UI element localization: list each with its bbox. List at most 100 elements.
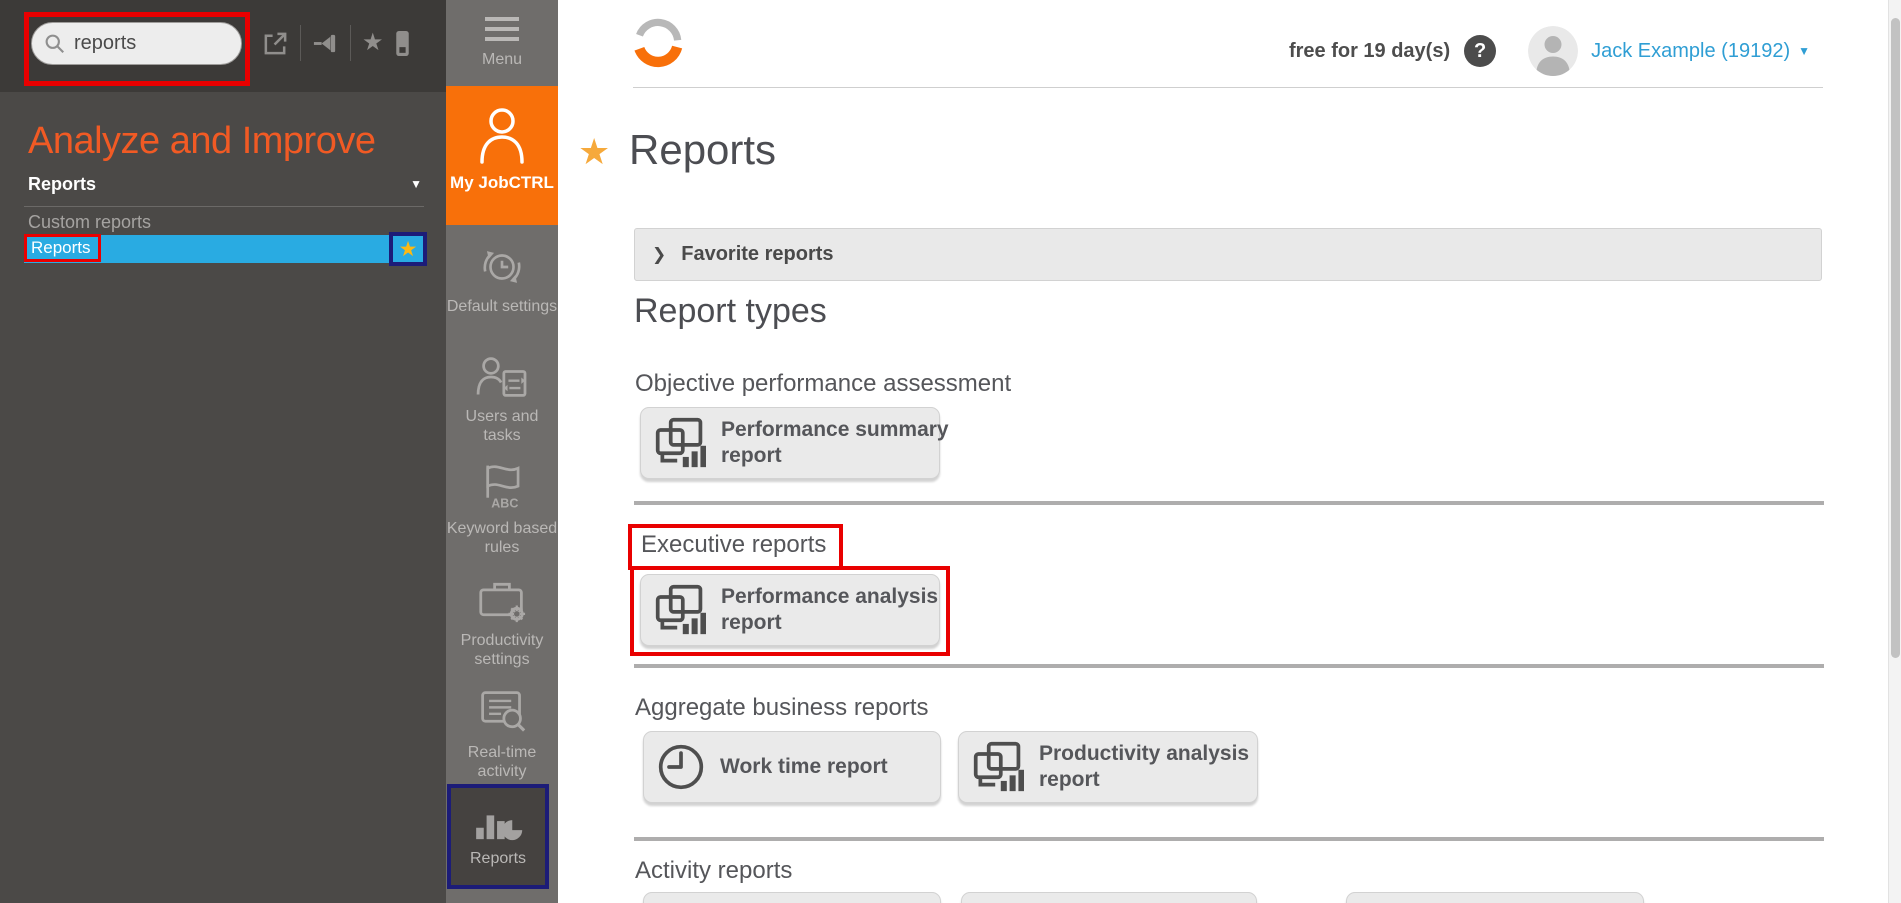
nav-item-label: settings [461,651,544,670]
sidebar-divider [24,206,424,207]
scrollbar-thumb[interactable] [1891,18,1900,658]
sidebar-item-custom-reports[interactable]: Custom reports [28,212,151,233]
keyword-flag-icon: ABC [477,462,527,512]
keyword-abc-text: ABC [491,497,518,511]
report-card-label-line: Work time report [720,754,888,780]
nav-item-reports[interactable]: Reports [447,784,549,889]
menu-icon [484,16,520,43]
jobctrl-logo[interactable] [632,16,684,68]
report-card-label-line: report [721,443,949,469]
nav-item-default-settings[interactable]: Default settings [446,244,558,317]
nav-item-label: My JobCTRL [450,173,554,193]
report-card-label-line: report [1039,767,1249,793]
main-content: free for 19 day(s) ? Jack Example (19192… [558,0,1901,903]
search-value: reports [74,32,136,55]
realtime-activity-icon [476,688,528,736]
report-card-label: Performance summary report [721,417,949,468]
nav-item-keyword-based-rules[interactable]: ABC Keyword based rules [446,462,558,558]
report-card-label-line: Productivity analysis [1039,741,1249,767]
menu-section-dropdown[interactable]: Reports ▼ [28,174,424,195]
report-card-productivity-analysis[interactable]: Productivity analysis report [958,731,1258,803]
search-icon [44,33,65,54]
toolbar-separator [350,25,351,61]
favorite-reports-expander[interactable]: ❯ Favorite reports [634,228,1822,281]
sidebar-item-reports[interactable]: Reports ★ [24,235,426,263]
user-menu[interactable]: Jack Example (19192) [1591,40,1790,63]
star-icon: ★ [399,239,418,260]
help-button[interactable]: ? [1464,35,1496,67]
pin-menu-icon[interactable] [312,30,339,57]
menu-panel: Analyze and Improve Reports ▼ Custom rep… [0,92,446,903]
chevron-right-icon: ❯ [652,245,666,265]
annotation-red-box-performance-analysis: Performance analysis report [630,566,950,656]
clock-icon [657,743,705,791]
group-heading-activity-reports: Activity reports [635,857,792,885]
section-divider [634,501,1824,505]
section-divider [634,664,1824,668]
page-title: Reports [629,126,776,174]
nav-item-real-time-activity[interactable]: Real-time activity [446,688,558,782]
history-clock-icon [478,244,526,290]
annotation-red-box-executive-heading: Executive reports [628,524,843,570]
chevron-down-icon: ▼ [410,177,422,191]
header-divider [633,87,1823,88]
header-account-area: free for 19 day(s) ? Jack Example (19192… [1289,24,1810,78]
mobile-device-icon[interactable] [395,30,410,57]
toolbar-separator [300,25,301,61]
reports-chart-icon [473,804,523,842]
group-heading-executive-reports: Executive reports [641,531,826,559]
menu-section-label: Reports [28,174,96,194]
nav-item-label: activity [468,763,536,782]
stacked-report-icon [654,584,706,636]
nav-item-productivity-settings[interactable]: Productivity settings [446,576,558,670]
trial-status-text: free for 19 day(s) [1289,40,1450,63]
user-icon [474,103,530,165]
chevron-down-icon[interactable]: ▼ [1798,44,1810,58]
report-card-performance-analysis[interactable]: Performance analysis report [640,574,940,646]
report-card-label-line: Performance summary [721,417,949,443]
icon-nav-rail: Menu My JobCTRL Default settings [446,0,558,903]
briefcase-gear-icon [476,576,528,624]
nav-item-label: Keyword based [447,520,557,539]
group-heading-objective-performance: Objective performance assessment [635,370,1011,398]
scrollbar-track[interactable] [1888,0,1901,903]
menu-topbar: reports ★ [0,0,446,92]
menu-search-input[interactable]: reports [31,22,242,65]
question-mark-icon: ? [1474,40,1486,63]
report-card-partial[interactable] [961,892,1257,903]
report-card-performance-summary[interactable]: Performance summary report [640,407,940,479]
menu-toolbar: ★ [262,0,410,86]
report-card-work-time[interactable]: Work time report [643,731,941,803]
favorite-star-toggle[interactable]: ★ [389,232,427,266]
stacked-report-icon [972,741,1024,793]
nav-item-label: Reports [470,850,526,869]
nav-item-my-jobctrl[interactable]: My JobCTRL [446,86,558,225]
favorite-reports-label: Favorite reports [681,243,833,266]
menu-category-title: Analyze and Improve [28,120,375,163]
nav-item-label: Productivity [461,632,544,651]
sidebar-item-reports-label: Reports [24,234,101,262]
page-favorite-star-icon[interactable]: ★ [578,134,610,170]
jobctrl-app: reports ★ Analyze and Improve [0,0,1901,903]
nav-item-users-and-tasks[interactable]: Users and tasks [446,354,558,446]
report-types-title: Report types [634,292,827,331]
nav-item-menu[interactable]: Menu [446,16,558,70]
nav-item-label: Real-time [468,744,536,763]
stacked-report-icon [654,417,706,469]
report-card-label: Productivity analysis report [1039,741,1249,792]
favorites-star-icon[interactable]: ★ [362,31,384,55]
section-divider [634,837,1824,841]
nav-item-label: Menu [482,51,522,70]
nav-item-label: Default settings [447,298,557,317]
report-card-partial[interactable] [643,892,941,903]
nav-item-label: Users and tasks [446,408,558,446]
report-card-partial[interactable] [1346,892,1644,903]
avatar[interactable] [1528,26,1578,76]
report-card-label-line: Performance analysis [721,584,938,610]
report-card-label: Work time report [720,754,888,780]
report-card-label: Performance analysis report [721,584,938,635]
open-in-new-window-icon[interactable] [262,30,289,57]
report-card-label-line: report [721,610,938,636]
group-heading-aggregate-business: Aggregate business reports [635,694,929,722]
users-tasks-icon [476,354,528,400]
